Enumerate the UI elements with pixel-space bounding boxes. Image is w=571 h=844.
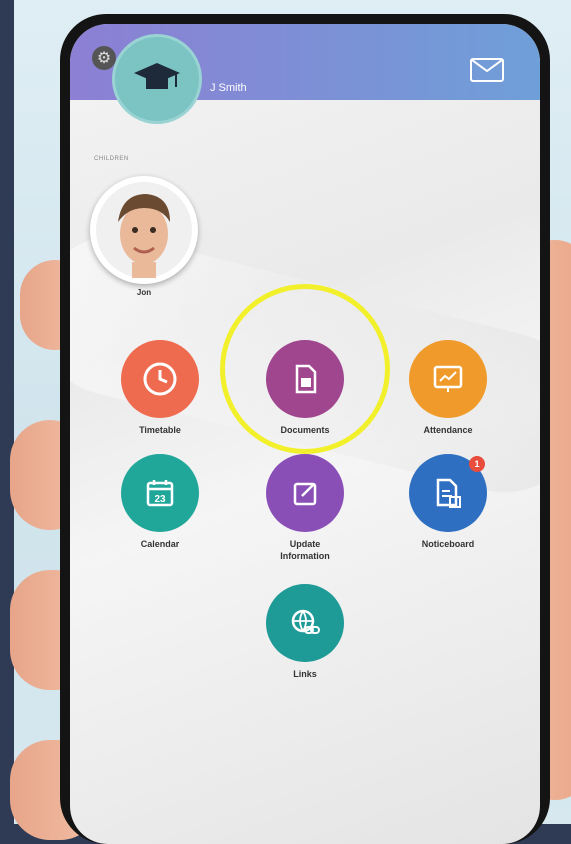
user-name: J Smith — [210, 82, 247, 94]
clock-icon — [143, 362, 177, 396]
notification-badge: 1 — [469, 456, 485, 472]
calendar-day: 23 — [154, 494, 166, 505]
tile-update-information[interactable]: Update Information — [245, 454, 365, 562]
chart-icon — [433, 365, 463, 392]
tile-label: Attendance — [423, 425, 473, 435]
tile-label: Update Information — [280, 539, 330, 561]
timetable-button[interactable] — [121, 340, 199, 418]
tile-timetable[interactable]: Timetable — [100, 340, 220, 436]
tile-label: Links — [293, 669, 317, 679]
edit-icon — [293, 482, 317, 506]
links-button[interactable] — [266, 584, 344, 662]
update-information-button[interactable] — [266, 454, 344, 532]
child-photo — [96, 182, 192, 278]
noticeboard-button[interactable]: 1 — [409, 454, 487, 532]
mail-icon[interactable] — [470, 58, 504, 82]
settings-icon[interactable]: ⚙ — [92, 46, 116, 70]
school-logo — [112, 34, 202, 124]
tile-attendance[interactable]: Attendance — [388, 340, 508, 436]
tile-label: Noticeboard — [421, 539, 475, 549]
calendar-icon: 23 — [146, 480, 174, 507]
app-screen: J Smith ⚙ CHILDREN Jon Timetable Documen… — [70, 24, 540, 844]
attendance-button[interactable] — [409, 340, 487, 418]
phone-frame: J Smith ⚙ CHILDREN Jon Timetable Documen… — [60, 14, 550, 844]
child-name: Jon — [136, 288, 152, 297]
child-avatar[interactable] — [90, 176, 198, 284]
noticeboard-icon — [436, 478, 461, 508]
calendar-button[interactable]: 23 — [121, 454, 199, 532]
tile-label: Calendar — [140, 539, 180, 549]
highlight-circle — [220, 284, 390, 454]
tile-calendar[interactable]: 23 Calendar — [100, 454, 220, 550]
graduation-cap-icon — [134, 63, 180, 89]
tile-links[interactable]: Links — [245, 584, 365, 680]
link-icon — [291, 609, 320, 634]
tile-noticeboard[interactable]: 1 Noticeboard — [388, 454, 508, 550]
section-label: CHILDREN — [94, 156, 129, 162]
tile-label: Timetable — [139, 425, 181, 435]
